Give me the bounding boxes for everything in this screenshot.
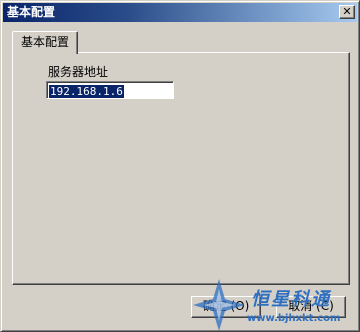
window-title: 基本配置 xyxy=(7,5,56,19)
server-address-label: 服务器地址 xyxy=(48,65,109,79)
tab-basic-config[interactable]: 基本配置 xyxy=(12,31,78,54)
tab-label: 基本配置 xyxy=(20,35,69,49)
title-bar[interactable]: 基本配置 ✕ xyxy=(3,3,357,22)
cancel-button[interactable]: 取消 (C) xyxy=(276,296,346,318)
ok-button[interactable]: 确定 (O) xyxy=(191,296,261,318)
dialog-window: 基本配置 ✕ 基本配置 服务器地址 192.168.1.6 确定 (O) 取消 … xyxy=(0,0,360,332)
server-address-input[interactable]: 192.168.1.6 xyxy=(46,81,174,99)
server-address-value: 192.168.1.6 xyxy=(49,85,124,98)
close-icon: ✕ xyxy=(342,5,352,18)
close-button[interactable]: ✕ xyxy=(339,5,355,19)
